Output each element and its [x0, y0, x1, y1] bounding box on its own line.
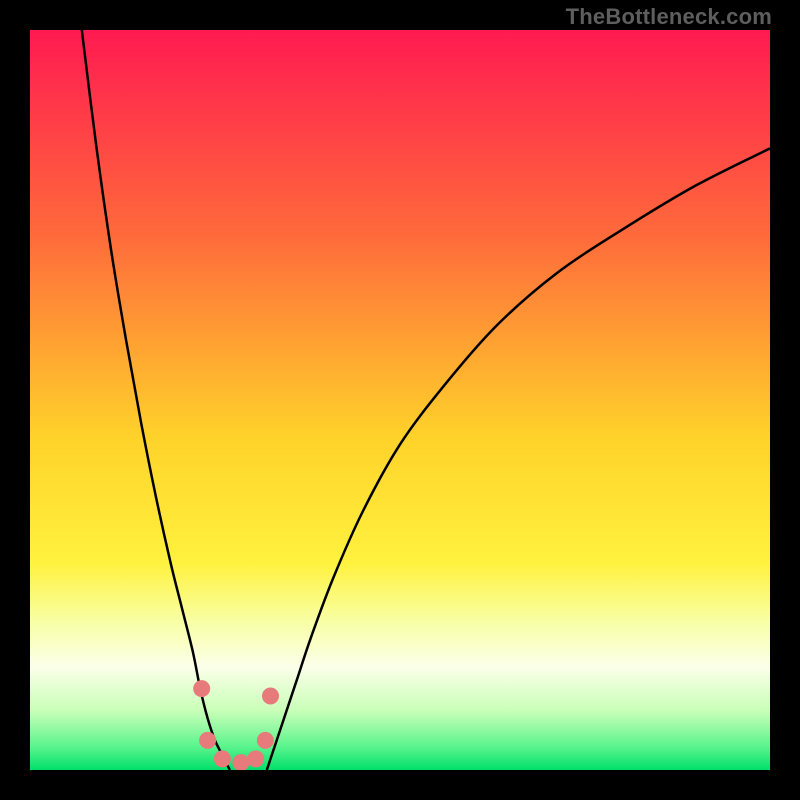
marker-dot — [214, 750, 231, 767]
marker-dot — [199, 732, 216, 749]
plot-area — [30, 30, 770, 770]
chart-svg — [30, 30, 770, 770]
gradient-background — [30, 30, 770, 770]
marker-dot — [247, 750, 264, 767]
marker-dot — [257, 732, 274, 749]
marker-dot — [193, 680, 210, 697]
marker-dot — [262, 688, 279, 705]
chart-frame: TheBottleneck.com — [0, 0, 800, 800]
watermark-text: TheBottleneck.com — [566, 4, 772, 30]
